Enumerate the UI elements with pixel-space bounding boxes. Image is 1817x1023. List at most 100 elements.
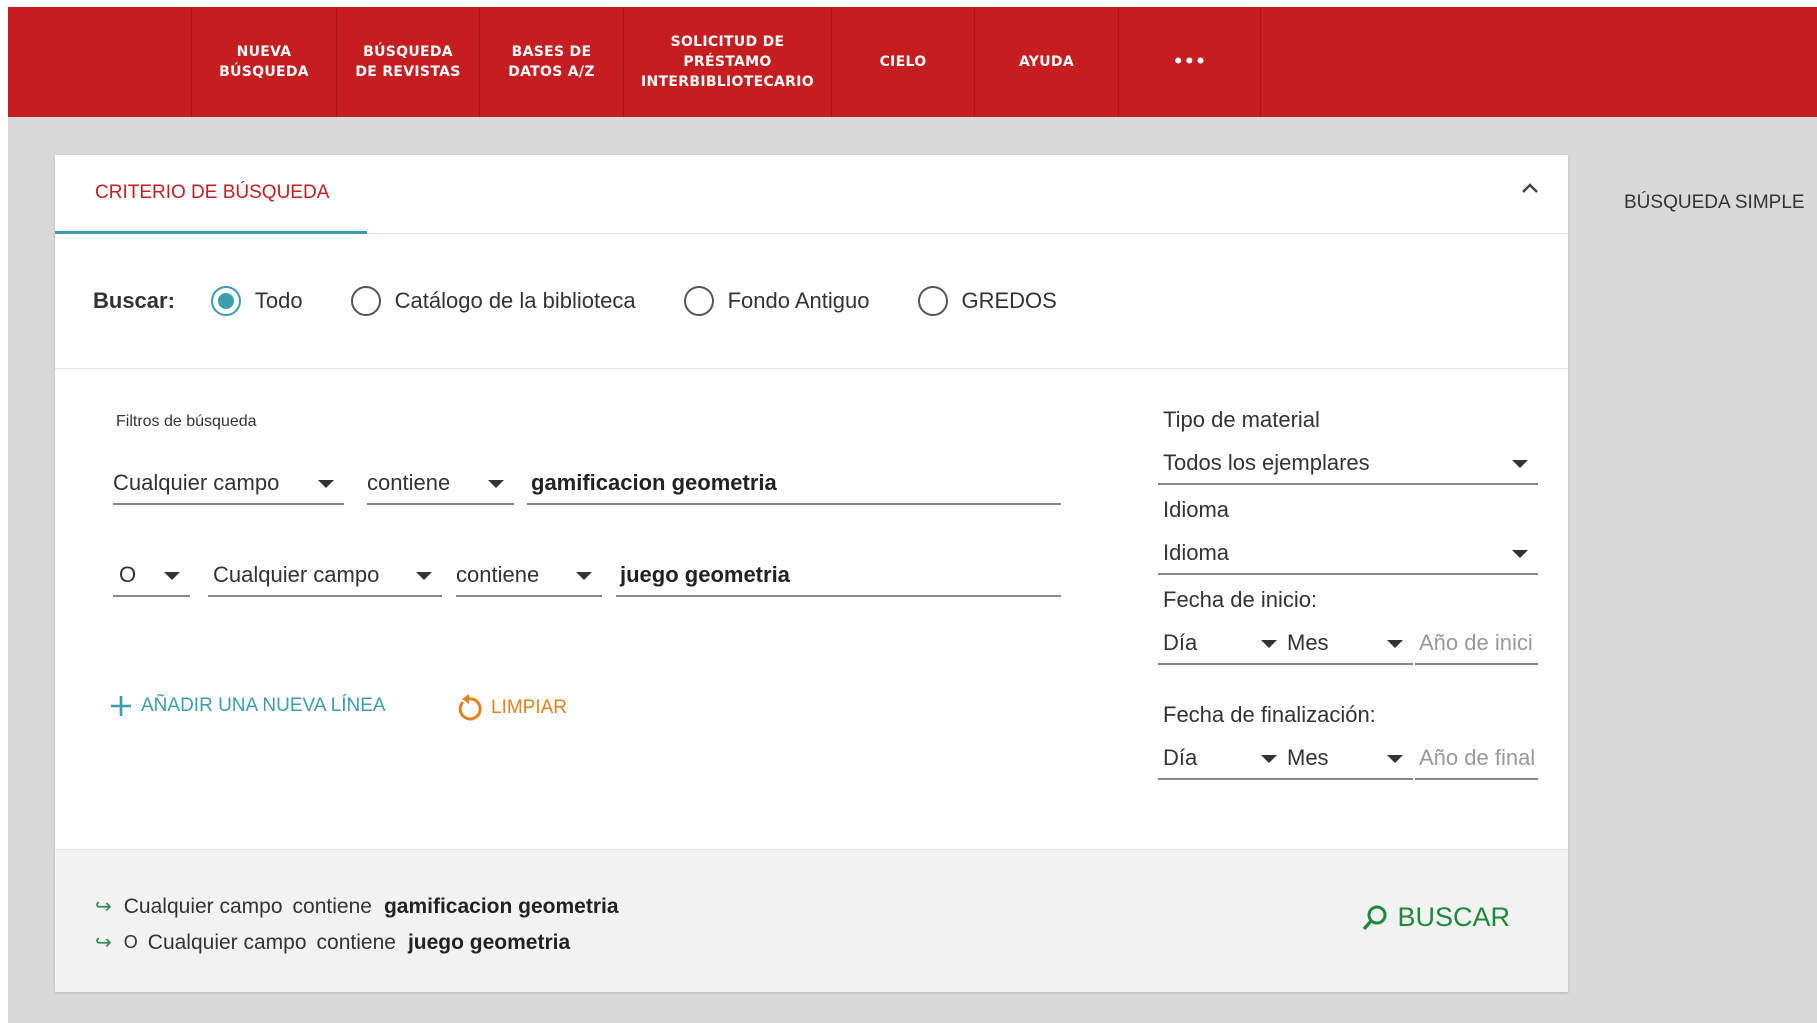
scope-radio-catalog[interactable]: Catálogo de la biblioteca [350, 286, 636, 316]
plus-icon [111, 696, 131, 716]
summary-operator: contiene [292, 894, 372, 918]
end-month-select[interactable]: Mes [1287, 738, 1413, 780]
row2-field-select[interactable]: Cualquier campo [208, 555, 442, 597]
scope-label: Buscar: [93, 288, 175, 313]
start-day-value: Día [1163, 630, 1198, 655]
radio-unchecked-icon [683, 286, 714, 316]
row1-field-select[interactable]: Cualquier campo [113, 463, 344, 505]
tab-search-criteria[interactable]: CRITERIO DE BÚSQUEDA [55, 155, 367, 234]
search-button[interactable]: BUSCAR [1361, 902, 1510, 933]
radio-unchecked-icon [350, 286, 381, 316]
end-date-label: Fecha de finalización: [1163, 702, 1376, 727]
nav-new-search[interactable]: NUEVA BÚSQUEDA [191, 7, 336, 117]
clear-label: LIMPIAR [491, 697, 568, 718]
row2-boolean-select[interactable]: O [113, 555, 190, 597]
summary-line: ↪ O Cualquier campo contiene juego geome… [95, 930, 570, 955]
nav-databases-az-label: BASES DE DATOS A/Z [508, 43, 595, 80]
dropdown-arrow-icon [164, 572, 180, 580]
scope-radio-antique[interactable]: Fondo Antiguo [683, 286, 870, 316]
dropdown-arrow-icon [318, 480, 334, 488]
summary-field: Cualquier campo [147, 930, 307, 954]
nav-more-button[interactable]: ••• [1118, 7, 1261, 117]
summary-field: Cualquier campo [123, 894, 283, 918]
add-line-label: AÑADIR UNA NUEVA LÍNEA [141, 695, 386, 716]
dropdown-arrow-icon [1512, 460, 1528, 468]
end-day-value: Día [1163, 745, 1198, 770]
dropdown-arrow-icon [488, 480, 504, 488]
page-background: NUEVA BÚSQUEDA BÚSQUEDA DE REVISTAS BASE… [8, 7, 1817, 1023]
row2-query-input[interactable]: juego geometria [616, 555, 1061, 597]
simple-search-link[interactable]: BÚSQUEDA SIMPLE [1624, 192, 1805, 214]
nav-cielo[interactable]: CIELO [831, 7, 974, 117]
dropdown-arrow-icon [1387, 640, 1403, 648]
more-icon: ••• [1172, 51, 1207, 72]
query-summary: ↪ Cualquier campo contiene gamificacion … [55, 849, 1568, 992]
summary-value: juego geometria [407, 930, 571, 954]
material-type-select[interactable]: Todos los ejemplares [1158, 443, 1538, 485]
start-year-input[interactable]: Año de inici [1415, 623, 1538, 665]
scope-radio-catalog-label: Catálogo de la biblioteca [394, 288, 636, 313]
scope-radio-antique-label: Fondo Antiguo [727, 288, 870, 313]
end-day-select[interactable]: Día [1158, 738, 1287, 780]
dropdown-arrow-icon [1512, 550, 1528, 558]
end-month-value: Mes [1287, 745, 1329, 770]
arrow-right-icon: ↪ [95, 932, 112, 954]
language-label: Idioma [1163, 497, 1230, 522]
row1-query-input[interactable]: gamificacion geometria [527, 463, 1061, 505]
nav-help-label: AYUDA [1019, 53, 1074, 70]
search-icon [1363, 905, 1387, 930]
start-month-value: Mes [1287, 630, 1329, 655]
start-date-label: Fecha de inicio: [1163, 587, 1318, 612]
material-type-label: Tipo de material [1163, 407, 1320, 432]
nav-databases-az[interactable]: BASES DE DATOS A/Z [479, 7, 623, 117]
row2-operator-value: contiene [456, 562, 540, 587]
start-day-select[interactable]: Día [1158, 623, 1287, 665]
nav-help[interactable]: AYUDA [974, 7, 1118, 117]
scope-radio-all[interactable]: Todo [210, 286, 303, 316]
language-select[interactable]: Idioma [1158, 533, 1538, 575]
add-line-button[interactable]: AÑADIR UNA NUEVA LÍNEA [109, 694, 386, 718]
nav-interlibrary-loan-label: SOLICITUD DE PRÉSTAMO INTERBIBLIOTECARIO [641, 33, 814, 91]
nav-cielo-label: CIELO [879, 53, 927, 70]
search-scope-row: Buscar: Todo Catálogo de la biblioteca F… [55, 234, 1568, 369]
radio-unchecked-icon [917, 286, 948, 316]
tab-search-criteria-label: CRITERIO DE BÚSQUEDA [95, 182, 330, 203]
end-year-input[interactable]: Año de final [1415, 738, 1538, 780]
nav-new-search-label: NUEVA BÚSQUEDA [219, 43, 309, 80]
dropdown-arrow-icon [416, 572, 432, 580]
dropdown-arrow-icon [1261, 640, 1277, 648]
row1-field-value: Cualquier campo [113, 470, 280, 495]
collapse-panel-button[interactable] [1516, 175, 1544, 203]
filters-label: Filtros de búsqueda [116, 413, 257, 430]
row2-boolean-value: O [119, 562, 137, 587]
summary-line: ↪ Cualquier campo contiene gamificacion … [95, 894, 619, 919]
language-value: Idioma [1163, 540, 1230, 565]
dropdown-arrow-icon [576, 572, 592, 580]
advanced-search-panel: CRITERIO DE BÚSQUEDA Buscar: Todo Catálo… [55, 155, 1568, 992]
dropdown-arrow-icon [1387, 755, 1403, 763]
chevron-up-icon [1522, 183, 1538, 193]
row2-operator-select[interactable]: contiene [456, 555, 602, 597]
summary-boolean: O [123, 932, 138, 952]
nav-journal-search[interactable]: BÚSQUEDA DE REVISTAS [336, 7, 479, 117]
dropdown-arrow-icon [1261, 755, 1277, 763]
scope-radio-all-label: Todo [254, 288, 303, 313]
search-button-label: BUSCAR [1397, 902, 1510, 932]
panel-header: CRITERIO DE BÚSQUEDA [55, 155, 1568, 234]
start-month-select[interactable]: Mes [1287, 623, 1413, 665]
scope-radio-gredos[interactable]: GREDOS [917, 286, 1057, 316]
clear-button[interactable]: LIMPIAR [455, 694, 567, 722]
summary-value: gamificacion geometria [383, 894, 619, 918]
nav-journal-search-label: BÚSQUEDA DE REVISTAS [355, 43, 461, 80]
row1-operator-select[interactable]: contiene [367, 463, 514, 505]
row2-field-value: Cualquier campo [213, 562, 380, 587]
radio-checked-icon [210, 286, 241, 316]
top-navigation-bar: NUEVA BÚSQUEDA BÚSQUEDA DE REVISTAS BASE… [8, 7, 1817, 117]
summary-operator: contiene [316, 930, 396, 954]
scope-radio-gredos-label: GREDOS [961, 288, 1057, 313]
reset-icon [458, 694, 482, 721]
nav-interlibrary-loan[interactable]: SOLICITUD DE PRÉSTAMO INTERBIBLIOTECARIO [623, 7, 831, 117]
material-type-value: Todos los ejemplares [1163, 450, 1370, 475]
row1-operator-value: contiene [367, 470, 451, 495]
arrow-right-icon: ↪ [95, 896, 112, 918]
